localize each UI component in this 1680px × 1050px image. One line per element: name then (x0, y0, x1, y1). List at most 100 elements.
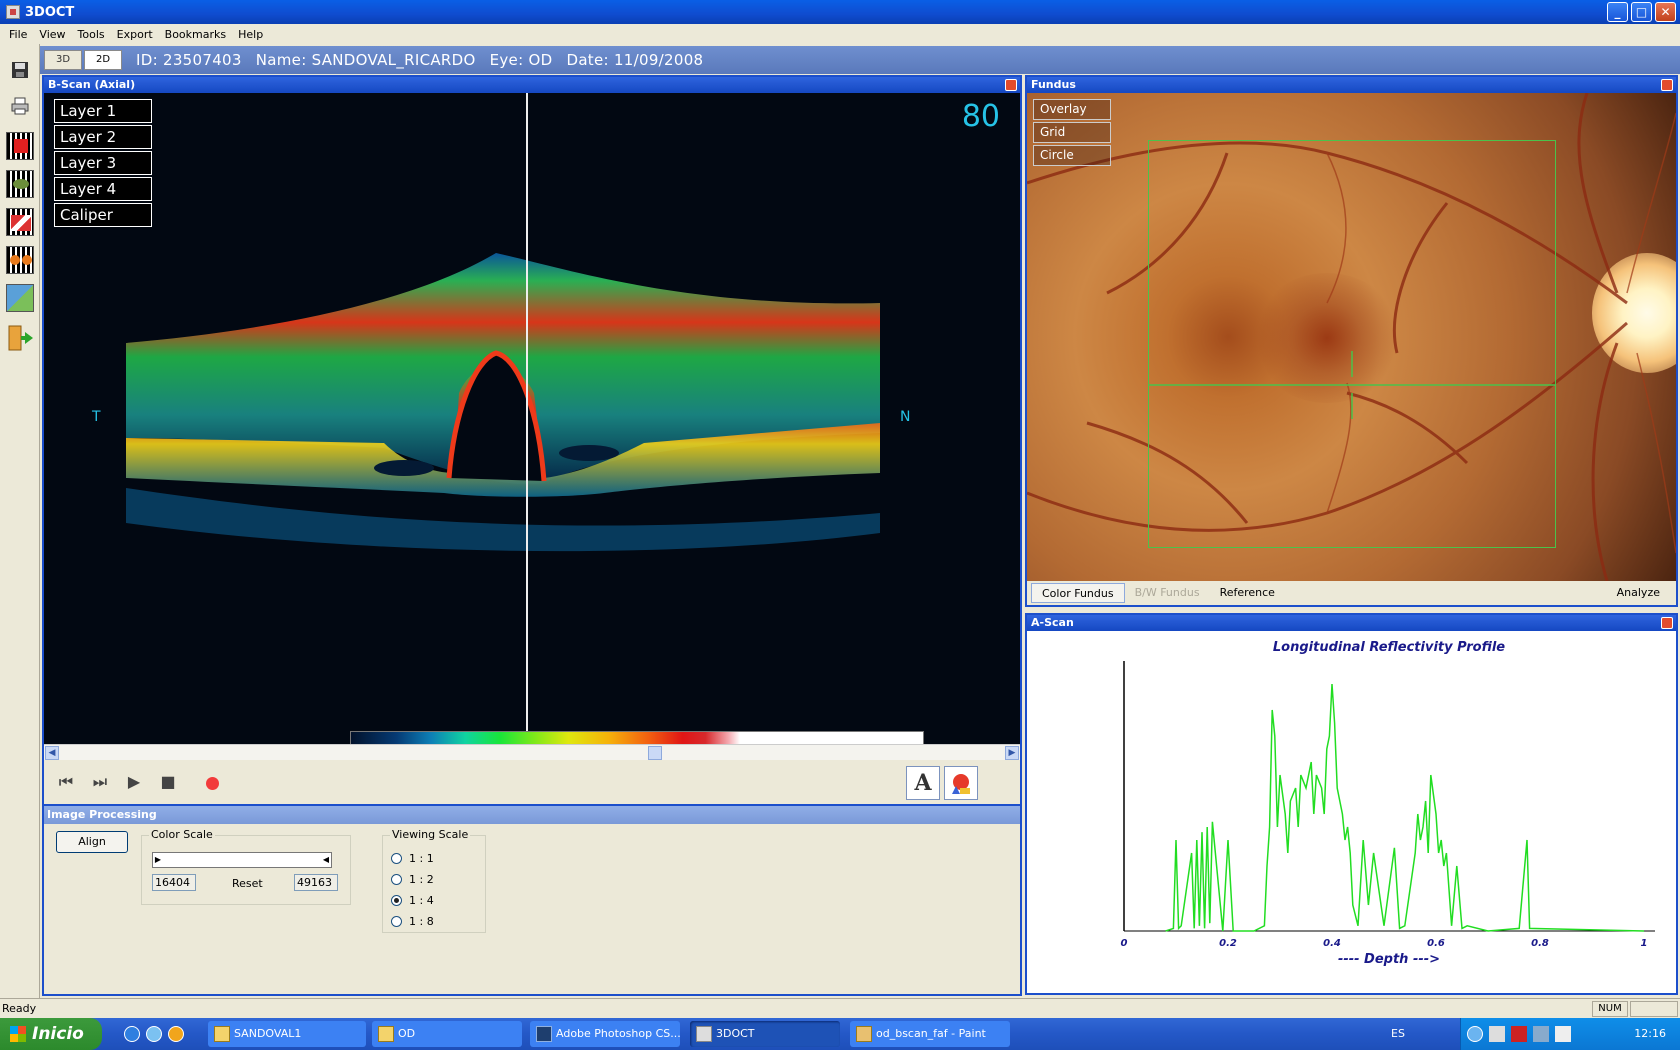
grid-button[interactable]: Grid (1033, 122, 1111, 143)
export-image-icon[interactable] (4, 282, 36, 314)
close-button[interactable]: ✕ (1655, 2, 1676, 22)
window-title: 3DOCT (25, 4, 75, 20)
play-icon[interactable]: ▶ (124, 772, 144, 792)
circle-button[interactable]: Circle (1033, 145, 1111, 166)
layer-4-button[interactable]: Layer 4 (54, 177, 152, 201)
color-scale-legend: Color Scale (149, 828, 215, 841)
oct-retina-image (126, 253, 880, 552)
task-photoshop[interactable]: Adobe Photoshop CS... (530, 1021, 680, 1047)
security-shield-icon[interactable] (1511, 1026, 1527, 1042)
waveform-icon[interactable] (4, 206, 36, 238)
tray-app-icon[interactable] (1533, 1026, 1549, 1042)
analyze-button[interactable]: Analyze (1607, 583, 1670, 603)
task-paint[interactable]: od_bscan_faf - Paint (850, 1021, 1010, 1047)
bscan-scrollbar[interactable]: ◀ ▶ (44, 744, 1020, 760)
start-button[interactable]: Inicio (0, 1018, 102, 1050)
color-scale-slider[interactable]: ▶ ◀ (152, 852, 332, 868)
tab-color-fundus[interactable]: Color Fundus (1031, 583, 1125, 603)
scroll-left-arrow[interactable]: ◀ (45, 746, 59, 760)
menu-bookmarks[interactable]: Bookmarks (159, 28, 232, 41)
color-scale-group: Color Scale ▶ ◀ 16404 Reset 49163 (141, 828, 351, 905)
maximize-button[interactable]: □ (1631, 2, 1652, 22)
menu-help[interactable]: Help (232, 28, 269, 41)
scale-1-8-option[interactable]: 1 : 8 (391, 915, 434, 928)
stop-icon[interactable]: ■ (158, 772, 178, 792)
nasal-label: N (900, 409, 911, 425)
x-axis-label: ---- Depth ---> (1338, 952, 1440, 967)
exit-door-icon[interactable] (4, 322, 36, 354)
reflectivity-chart: Longitudinal Reflectivity Profile 0 0.2 0.… (1121, 640, 1655, 967)
eye-icon[interactable] (4, 168, 36, 200)
slider-min-handle[interactable]: ▶ (153, 853, 163, 867)
scale-1-2-option[interactable]: 1 : 2 (391, 873, 434, 886)
reflectivity-line (1165, 683, 1645, 932)
task-od[interactable]: OD (372, 1021, 522, 1047)
tab-2d[interactable]: 2D (84, 50, 122, 70)
text-annotation-button[interactable]: A (906, 766, 940, 800)
radio-icon[interactable] (391, 874, 402, 885)
menu-export[interactable]: Export (111, 28, 159, 41)
menu-tools[interactable]: Tools (72, 28, 111, 41)
compare-icon[interactable] (4, 244, 36, 276)
record-icon[interactable] (206, 777, 219, 790)
caliper-button[interactable]: Caliper (54, 203, 152, 227)
outlook-icon[interactable] (146, 1026, 162, 1042)
window-titlebar[interactable]: 3DOCT _ □ ✕ (0, 0, 1680, 24)
language-indicator[interactable]: ES (1391, 1027, 1405, 1040)
radio-icon[interactable] (391, 853, 402, 864)
task-sandoval1[interactable]: SANDOVAL1 (208, 1021, 366, 1047)
ascan-panel: A-Scan Longitudinal Reflectivity Profile… (1025, 613, 1678, 995)
network-icon[interactable] (1489, 1026, 1505, 1042)
scale-1-4-option[interactable]: 1 : 4 (391, 894, 434, 907)
slider-max-handle[interactable]: ◀ (321, 853, 331, 867)
scroll-thumb[interactable] (648, 746, 662, 760)
folder-icon (378, 1026, 394, 1042)
photoshop-icon (536, 1026, 552, 1042)
clock[interactable]: 12:16 (1634, 1027, 1666, 1040)
step-forward-icon[interactable]: ⏭ (90, 772, 110, 792)
bscan-image[interactable]: Layer 1 Layer 2 Layer 3 Layer 4 Caliper … (44, 93, 1020, 744)
print-icon[interactable] (4, 90, 36, 122)
playback-controls: ⏮ ⏭ ▶ ■ A (44, 760, 1020, 804)
volume-icon[interactable] (1555, 1026, 1571, 1042)
layer-1-button[interactable]: Layer 1 (54, 99, 152, 123)
app-icon (6, 5, 20, 19)
menu-view[interactable]: View (33, 28, 71, 41)
patient-info-bar: 3D 2D ID: 23507403 Name: SANDOVAL_RICARD… (40, 46, 1680, 74)
x-tick-label: 0.6 (1427, 938, 1445, 949)
tray-expand-icon[interactable] (1467, 1026, 1483, 1042)
scan-area-rectangle[interactable] (1148, 140, 1556, 548)
save-icon[interactable] (4, 54, 36, 86)
layer-3-button[interactable]: Layer 3 (54, 151, 152, 175)
menu-file[interactable]: File (3, 28, 33, 41)
film-record-icon[interactable] (4, 130, 36, 162)
color-marker-button[interactable] (944, 766, 978, 800)
image-processing-title: Image Processing (44, 806, 1020, 824)
align-button[interactable]: Align (56, 831, 128, 853)
media-player-icon[interactable] (168, 1026, 184, 1042)
first-frame-icon[interactable]: ⏮ (56, 772, 76, 792)
tab-3d[interactable]: 3D (44, 50, 82, 70)
fundus-panel: Fundus Overlay Grid Circle Color Fundus … (1025, 75, 1678, 607)
patient-eye: Eye: OD (489, 51, 553, 69)
ie-icon[interactable] (124, 1026, 140, 1042)
layer-2-button[interactable]: Layer 2 (54, 125, 152, 149)
scroll-right-arrow[interactable]: ▶ (1005, 746, 1019, 760)
minimize-button[interactable]: _ (1607, 2, 1628, 22)
tab-reference[interactable]: Reference (1210, 583, 1285, 603)
scale-1-1-option[interactable]: 1 : 1 (391, 852, 434, 865)
fundus-image[interactable]: Overlay Grid Circle (1027, 93, 1676, 581)
system-tray: ES 12:16 (1391, 1018, 1680, 1050)
frame-number: 80 (961, 99, 1000, 134)
ascan-close-button[interactable] (1661, 617, 1673, 629)
scan-position-line[interactable] (526, 93, 528, 744)
reset-link[interactable]: Reset (232, 877, 263, 890)
bscan-close-button[interactable] (1005, 79, 1017, 91)
radio-icon[interactable] (391, 916, 402, 927)
radio-selected-icon[interactable] (391, 895, 402, 906)
color-scale-max-field[interactable]: 49163 (294, 874, 338, 891)
overlay-button[interactable]: Overlay (1033, 99, 1111, 120)
task-3doct[interactable]: 3DOCT (690, 1021, 840, 1047)
color-scale-min-field[interactable]: 16404 (152, 874, 196, 891)
fundus-close-button[interactable] (1661, 79, 1673, 91)
